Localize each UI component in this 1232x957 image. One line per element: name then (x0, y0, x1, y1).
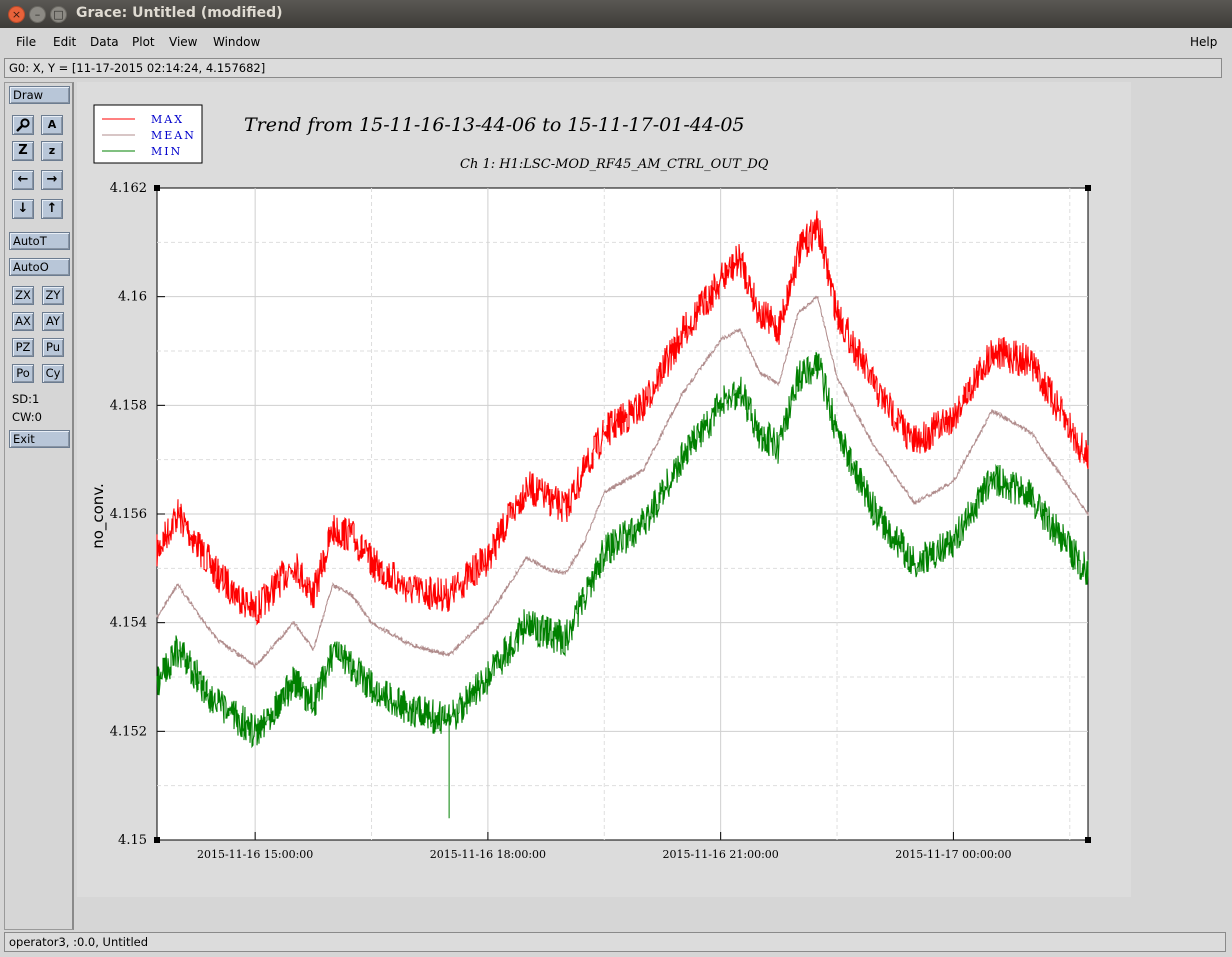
graph-corner-handle[interactable] (1085, 837, 1091, 843)
canvas-area[interactable]: MAX MEAN MIN Trend from 15-11-16-13-44-0… (77, 82, 1222, 930)
legend-mean-label: MEAN (151, 129, 196, 142)
menu-data[interactable]: Data (90, 35, 119, 49)
menu-edit[interactable]: Edit (53, 35, 76, 49)
autoo-button[interactable]: AutoO (9, 258, 70, 276)
chart-title: Trend from 15-11-16-13-44-06 to 15-11-17… (244, 114, 745, 136)
text-annotate-icon[interactable]: A (41, 115, 63, 135)
menu-help[interactable]: Help (1190, 35, 1217, 49)
zoom-icon-glyph (16, 118, 30, 132)
y-axis-label: no_conv. (89, 483, 108, 549)
right-arrow-icon[interactable]: → (41, 170, 63, 190)
zx-button[interactable]: ZX (12, 286, 34, 305)
pz-button[interactable]: PZ (12, 338, 34, 357)
maximize-window-icon[interactable]: □ (50, 6, 67, 23)
y-tick-label: 4.16 (118, 290, 147, 305)
zoom-box-icon[interactable]: Z (12, 141, 34, 161)
chart-subtitle: Ch 1: H1:LSC-MOD_RF45_AM_CTRL_OUT_DQ (460, 157, 769, 172)
menu-file[interactable]: File (16, 35, 36, 49)
y-tick-label: 4.15 (118, 833, 147, 848)
menu-plot[interactable]: Plot (132, 35, 155, 49)
draw-button[interactable]: Draw (9, 86, 70, 104)
trend-chart[interactable]: MAX MEAN MIN Trend from 15-11-16-13-44-0… (77, 82, 1131, 897)
status-bar: operator3, :0.0, Untitled (4, 932, 1226, 952)
zoom-icon[interactable] (12, 115, 34, 135)
coordinate-readout: G0: X, Y = [11-17-2015 02:14:24, 4.15768… (4, 58, 1222, 78)
zy-button[interactable]: ZY (42, 286, 64, 305)
x-tick-label: 2015-11-17 00:00:00 (895, 848, 1011, 861)
cw-label: CW:0 (12, 410, 42, 424)
plot-page: MAX MEAN MIN Trend from 15-11-16-13-44-0… (77, 82, 1131, 897)
tool-panel: Draw A Z z ← → ↓ ↑ AutoT AutoO ZX ZY AX … (4, 82, 74, 930)
sd-label: SD:1 (12, 392, 40, 406)
pu-button[interactable]: Pu (42, 338, 64, 357)
legend-max-label: MAX (151, 113, 184, 126)
menu-view[interactable]: View (169, 35, 197, 49)
po-button[interactable]: Po (12, 364, 34, 383)
y-tick-label: 4.156 (110, 507, 147, 522)
menu-window[interactable]: Window (213, 35, 260, 49)
graph-corner-handle[interactable] (1085, 185, 1091, 191)
ay-button[interactable]: AY (42, 312, 64, 331)
legend-min-label: MIN (151, 145, 182, 158)
y-tick-label: 4.158 (110, 398, 147, 413)
close-window-icon[interactable]: × (8, 6, 25, 23)
autot-button[interactable]: AutoT (9, 232, 70, 250)
x-tick-label: 2015-11-16 18:00:00 (430, 848, 546, 861)
ax-button[interactable]: AX (12, 312, 34, 331)
graph-corner-handle[interactable] (154, 185, 160, 191)
title-bar: × – □ Grace: Untitled (modified) (0, 0, 1232, 28)
x-tick-label: 2015-11-16 15:00:00 (197, 848, 313, 861)
y-tick-label: 4.154 (110, 616, 147, 631)
window-title: Grace: Untitled (modified) (76, 5, 283, 21)
graph-corner-handle[interactable] (154, 837, 160, 843)
minimize-window-icon[interactable]: – (29, 6, 46, 23)
menu-bar: File Edit Data Plot View Window Help (0, 28, 1232, 56)
y-tick-label: 4.152 (110, 724, 147, 739)
zoom-z-icon[interactable]: z (41, 141, 63, 161)
cy-button[interactable]: Cy (42, 364, 64, 383)
down-arrow-icon[interactable]: ↓ (12, 199, 34, 219)
y-tick-label: 4.162 (110, 181, 147, 196)
left-arrow-icon[interactable]: ← (12, 170, 34, 190)
exit-button[interactable]: Exit (9, 430, 70, 448)
x-tick-label: 2015-11-16 21:00:00 (662, 848, 778, 861)
up-arrow-icon[interactable]: ↑ (41, 199, 63, 219)
